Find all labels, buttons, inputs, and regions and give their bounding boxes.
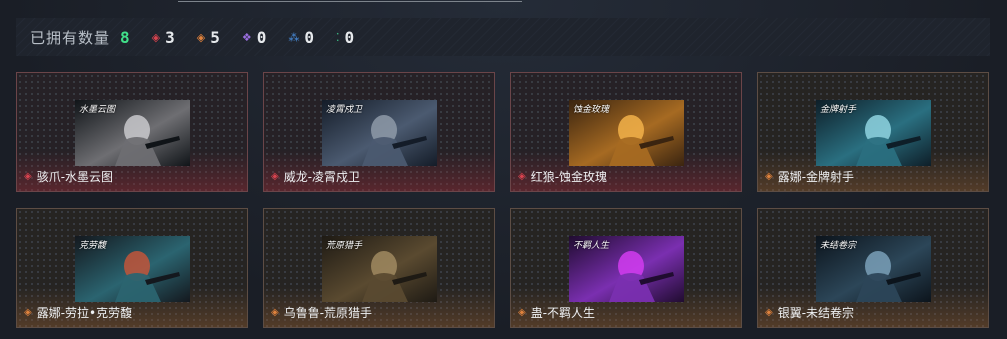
skin-name: 银翼-未结卷宗	[777, 306, 855, 320]
orange-diamond-icon: ◈	[765, 171, 773, 182]
skin-thumbnail-title: 水墨云图	[79, 105, 116, 115]
skin-name: 乌鲁鲁-荒原猎手	[283, 306, 373, 320]
skin-thumbnail: 克劳馥	[75, 236, 190, 302]
skin-card-label: ◈ 蛊-不羁人生	[518, 304, 595, 321]
skin-card[interactable]: 蚀金玫瑰 ◈ 红狼-蚀金玫瑰	[510, 72, 742, 192]
skin-card-label: ◈ 威龙-凌霄戍卫	[271, 168, 360, 185]
skin-card[interactable]: 不羁人生 ◈ 蛊-不羁人生	[510, 208, 742, 328]
skin-name: 蛊-不羁人生	[530, 306, 596, 320]
top-divider	[178, 0, 522, 2]
rarity-count: ⁚ 0	[336, 28, 354, 47]
skin-name: 红狼-蚀金玫瑰	[530, 170, 608, 184]
rarity-count: ◈ 3	[152, 28, 175, 47]
orange-diamond-icon: ◈	[24, 307, 32, 318]
skin-thumbnail: 凌霄戍卫	[322, 100, 437, 166]
skin-card[interactable]: 未结卷宗 ◈ 银翼-未结卷宗	[757, 208, 989, 328]
skin-thumbnail: 水墨云图	[75, 100, 190, 166]
orange-diamond-icon: ◈	[271, 307, 279, 318]
skin-thumbnail-title: 金牌射手	[820, 105, 857, 115]
red-diamond-icon: ◈	[151, 30, 161, 44]
red-diamond-icon: ◈	[518, 171, 526, 182]
skin-thumbnail: 未结卷宗	[816, 236, 931, 302]
rarity-count: ⁂ 0	[288, 28, 314, 47]
owned-total-count: 8	[120, 27, 130, 47]
skin-thumbnail-title: 凌霄戍卫	[326, 105, 363, 115]
skin-thumbnail: 荒原猎手	[322, 236, 437, 302]
rarity-count-value: 0	[304, 27, 315, 47]
skin-card-label: ◈ 露娜-金牌射手	[765, 168, 854, 185]
skin-thumbnail-title: 蚀金玫瑰	[573, 105, 610, 115]
red-diamond-icon: ◈	[24, 171, 32, 182]
green-dots-icon: ⁚	[336, 30, 340, 44]
skin-card-label: ◈ 骇爪-水墨云图	[24, 168, 113, 185]
blue-triangle-icon: ⁂	[288, 30, 300, 44]
skin-card-label: ◈ 乌鲁鲁-荒原猎手	[271, 304, 372, 321]
skin-thumbnail: 不羁人生	[569, 236, 684, 302]
skin-thumbnail-title: 荒原猎手	[326, 241, 363, 251]
skin-name: 威龙-凌霄戍卫	[283, 170, 361, 184]
skin-card[interactable]: 金牌射手 ◈ 露娜-金牌射手	[757, 72, 989, 192]
purple-clover-icon: ❖	[241, 30, 252, 44]
skin-card[interactable]: 克劳馥 ◈ 露娜-劳拉•克劳馥	[16, 208, 248, 328]
skin-card[interactable]: 凌霄戍卫 ◈ 威龙-凌霄戍卫	[263, 72, 495, 192]
orange-diamond-icon: ◈	[518, 307, 526, 318]
skin-thumbnail-title: 克劳馥	[79, 241, 107, 251]
skin-card[interactable]: 水墨云图 ◈ 骇爪-水墨云图	[16, 72, 248, 192]
rarity-count: ◈ 5	[197, 28, 220, 47]
skin-card-label: ◈ 露娜-劳拉•克劳馥	[24, 304, 132, 321]
skin-thumbnail: 蚀金玫瑰	[569, 100, 684, 166]
skin-card[interactable]: 荒原猎手 ◈ 乌鲁鲁-荒原猎手	[263, 208, 495, 328]
skin-card-label: ◈ 红狼-蚀金玫瑰	[518, 168, 607, 185]
rarity-count: ❖ 0	[242, 28, 267, 47]
owned-count-label: 已拥有数量	[30, 28, 111, 47]
rarity-count-list: ◈ 3 ◈ 5 ❖ 0 ⁂ 0 ⁚ 0	[130, 28, 355, 47]
owned-summary-bar: 已拥有数量 8 ◈ 3 ◈ 5 ❖ 0 ⁂ 0 ⁚ 0	[16, 18, 990, 56]
rarity-count-value: 0	[256, 27, 267, 47]
skin-name: 露娜-金牌射手	[777, 170, 855, 184]
orange-diamond-icon: ◈	[765, 307, 773, 318]
skin-thumbnail: 金牌射手	[816, 100, 931, 166]
skin-thumbnail-title: 不羁人生	[573, 241, 610, 251]
skin-card-grid: 水墨云图 ◈ 骇爪-水墨云图 凌霄戍卫 ◈ 威龙-凌霄戍卫 蚀金玫瑰 ◈ 红狼-蚀金玫瑰 金牌射手…	[16, 72, 990, 328]
skin-name: 骇爪-水墨云图	[36, 170, 114, 184]
rarity-count-value: 5	[210, 27, 220, 47]
skin-card-label: ◈ 银翼-未结卷宗	[765, 304, 854, 321]
rarity-count-value: 3	[165, 27, 175, 47]
rarity-count-value: 0	[344, 27, 355, 47]
red-diamond-icon: ◈	[271, 171, 279, 182]
orange-diamond-icon: ◈	[196, 30, 206, 44]
skin-name: 露娜-劳拉•克劳馥	[36, 306, 133, 320]
skin-thumbnail-title: 未结卷宗	[820, 241, 857, 251]
